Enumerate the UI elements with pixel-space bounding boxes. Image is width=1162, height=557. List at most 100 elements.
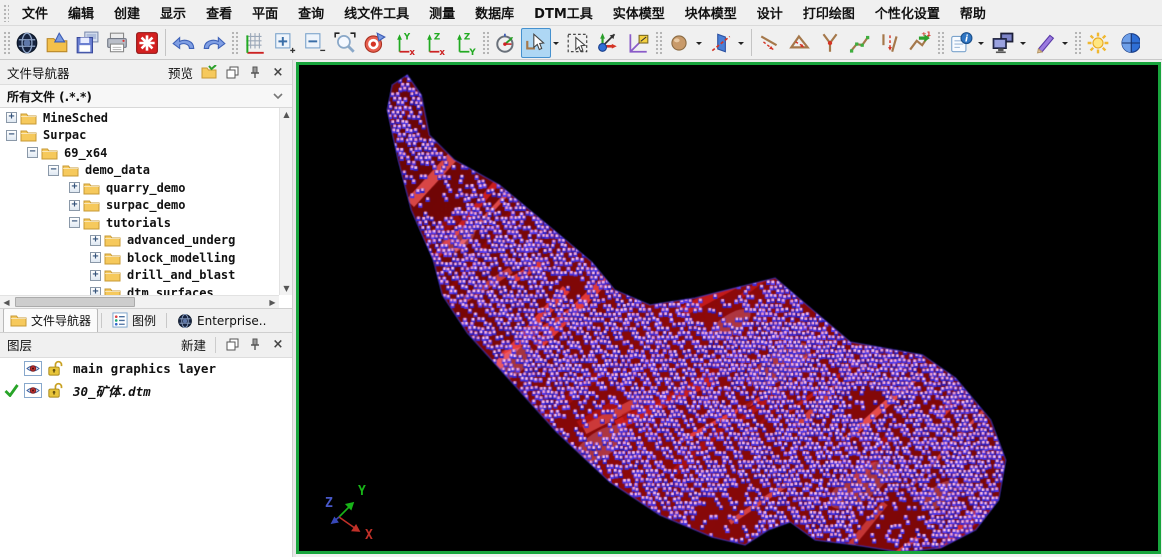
float-panel-button[interactable] <box>223 63 241 81</box>
render-sphere-button-dropdown[interactable] <box>696 42 702 48</box>
pin-layers-button[interactable] <box>246 336 264 354</box>
layer-row[interactable]: 30_矿体.dtm <box>0 380 292 402</box>
close-panel-button[interactable]: × <box>269 63 287 81</box>
plan-view-button[interactable]: Yx <box>390 28 420 58</box>
expand-toggle[interactable]: + <box>69 182 80 193</box>
expand-toggle[interactable]: + <box>90 252 101 263</box>
tab-enterprise[interactable]: Enterprise.. <box>170 309 273 332</box>
scroll-right-arrow[interactable]: ▶ <box>266 296 279 309</box>
tree-row-dtm-surfaces[interactable]: +dtm_surfaces <box>0 284 279 295</box>
redo-button[interactable] <box>199 28 229 58</box>
pan-3d-button[interactable] <box>593 28 623 58</box>
zoom-window-button[interactable] <box>330 28 360 58</box>
select-mode-button-dropdown[interactable] <box>553 42 559 48</box>
display-settings-button-dropdown[interactable] <box>1020 42 1026 48</box>
slice-plane-button[interactable] <box>706 28 736 58</box>
save-button[interactable] <box>72 28 102 58</box>
string-point-edit-button[interactable] <box>845 28 875 58</box>
menu-item-17[interactable]: 帮助 <box>950 0 996 25</box>
brightness-button[interactable] <box>1083 28 1113 58</box>
menu-item-2[interactable]: 编辑 <box>58 0 104 25</box>
edit-tool-button-dropdown[interactable] <box>1062 42 1068 48</box>
collapse-toggle[interactable]: − <box>6 130 17 141</box>
tree-row-minesched[interactable]: +MineSched <box>0 109 279 127</box>
expand-toggle[interactable]: + <box>90 235 101 246</box>
zoom-in-button[interactable] <box>270 28 300 58</box>
string-move-segment-button[interactable] <box>785 28 815 58</box>
layer-visibility-eye-icon[interactable] <box>24 383 42 398</box>
view-plane-button[interactable] <box>623 28 653 58</box>
menu-item-11[interactable]: DTM工具 <box>524 0 603 25</box>
expand-toggle[interactable]: + <box>90 270 101 281</box>
menu-item-14[interactable]: 设计 <box>747 0 793 25</box>
menu-item-6[interactable]: 平面 <box>242 0 288 25</box>
menu-item-13[interactable]: 块体模型 <box>675 0 747 25</box>
expand-toggle[interactable]: + <box>90 287 101 294</box>
dtm-model-canvas[interactable] <box>299 65 1158 551</box>
expand-toggle[interactable]: + <box>69 200 80 211</box>
float-layers-button[interactable] <box>223 336 241 354</box>
file-filter-row[interactable]: 所有文件 (.*.*) <box>0 85 292 108</box>
toolbar-grip[interactable] <box>937 31 944 55</box>
horizontal-scroll-thumb[interactable] <box>15 297 135 307</box>
open-file-button[interactable] <box>42 28 72 58</box>
tree-row-advanced-underg[interactable]: +advanced_underg <box>0 232 279 250</box>
toolbar-grip[interactable] <box>231 31 238 55</box>
surpac-globe-button[interactable] <box>12 28 42 58</box>
graphics-viewport[interactable]: Y X Z <box>296 62 1161 554</box>
expand-toggle[interactable]: + <box>6 112 17 123</box>
layer-row[interactable]: main graphics layer <box>0 358 292 380</box>
menu-item-9[interactable]: 测量 <box>419 0 465 25</box>
menu-item-16[interactable]: 个性化设置 <box>865 0 950 25</box>
menu-item-5[interactable]: 查看 <box>196 0 242 25</box>
menu-item-4[interactable]: 显示 <box>150 0 196 25</box>
properties-button-dropdown[interactable] <box>978 42 984 48</box>
tree-row-block-modelling[interactable]: +block_modelling <box>0 249 279 267</box>
string-break-button[interactable] <box>815 28 845 58</box>
tree-row-surpac-demo[interactable]: +surpac_demo <box>0 197 279 215</box>
select-mode-button[interactable] <box>521 28 551 58</box>
tab-file-navigator[interactable]: 文件导航器 <box>3 308 98 332</box>
collapse-toggle[interactable]: − <box>48 165 59 176</box>
slice-plane-button-dropdown[interactable] <box>738 42 744 48</box>
toolbar-grip[interactable] <box>655 31 662 55</box>
layer-visibility-eye-icon[interactable] <box>24 361 42 376</box>
tab-legend[interactable]: 图例 <box>105 308 163 332</box>
menu-item-7[interactable]: 查询 <box>288 0 334 25</box>
orbit-rotate-button[interactable] <box>491 28 521 58</box>
zoom-out-button[interactable] <box>300 28 330 58</box>
zoom-data-extents-button[interactable] <box>240 28 270 58</box>
menu-item-8[interactable]: 线文件工具 <box>334 0 419 25</box>
section-zy-view-button[interactable]: ZY <box>450 28 480 58</box>
tree-row-quarry-demo[interactable]: +quarry_demo <box>0 179 279 197</box>
display-settings-button[interactable] <box>988 28 1018 58</box>
layer-lock-icon[interactable] <box>46 360 63 377</box>
layer-active-check-icon[interactable] <box>3 384 20 397</box>
tree-row-surpac[interactable]: −Surpac <box>0 127 279 145</box>
reset-graphics-button[interactable] <box>132 28 162 58</box>
scroll-up-arrow[interactable]: ▲ <box>280 108 292 121</box>
menu-item-10[interactable]: 数据库 <box>465 0 524 25</box>
toolbar-grip[interactable] <box>1074 31 1081 55</box>
pin-panel-button[interactable] <box>246 63 264 81</box>
new-layer-button[interactable]: 新建 <box>179 335 208 354</box>
refresh-view-button[interactable] <box>360 28 390 58</box>
edit-tool-button[interactable] <box>1030 28 1060 58</box>
tree-horizontal-scrollbar[interactable]: ◀ ▶ <box>0 295 279 308</box>
menubar-grip[interactable] <box>3 4 9 22</box>
tree-row-drill-and-blast[interactable]: +drill_and_blast <box>0 267 279 285</box>
tree-row-demo-data[interactable]: −demo_data <box>0 162 279 180</box>
layer-lock-icon[interactable] <box>46 382 63 399</box>
properties-button[interactable]: i <box>946 28 976 58</box>
preview-toggle[interactable]: 预览 <box>166 63 195 82</box>
undo-button[interactable] <box>169 28 199 58</box>
section-zx-view-button[interactable]: Zx <box>420 28 450 58</box>
menu-item-1[interactable]: 文件 <box>12 0 58 25</box>
menu-item-3[interactable]: 创建 <box>104 0 150 25</box>
scroll-left-arrow[interactable]: ◀ <box>0 296 13 309</box>
menu-item-12[interactable]: 实体模型 <box>603 0 675 25</box>
preview-folder-icon[interactable] <box>200 63 218 81</box>
box-select-button[interactable] <box>563 28 593 58</box>
close-layers-button[interactable]: × <box>269 336 287 354</box>
shading-sphere-button[interactable] <box>1113 28 1143 58</box>
